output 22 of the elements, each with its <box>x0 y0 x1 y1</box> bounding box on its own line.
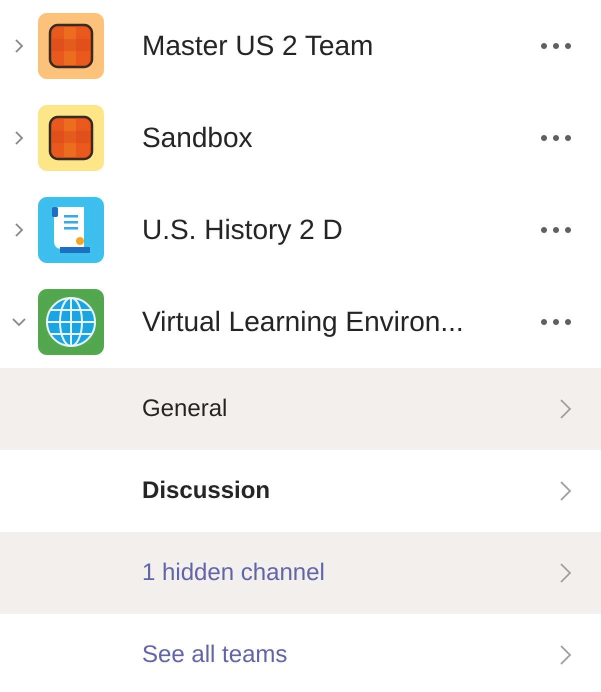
channel-row[interactable]: 1 hidden channel <box>0 532 601 614</box>
chevron-down-icon[interactable] <box>12 318 26 326</box>
chevron-right-icon[interactable] <box>14 131 24 145</box>
channel-name[interactable]: General <box>142 395 560 423</box>
chevron-right-icon[interactable] <box>14 39 24 53</box>
more-options-icon[interactable] <box>541 319 571 325</box>
channel-name[interactable]: Discussion <box>142 477 560 505</box>
link[interactable]: See all teams <box>142 641 560 669</box>
team-name[interactable]: Sandbox <box>142 122 541 154</box>
link[interactable]: 1 hidden channel <box>142 559 560 587</box>
more-options-icon[interactable] <box>541 227 571 233</box>
team-name[interactable]: Master US 2 Team <box>142 30 541 62</box>
chevron-right-icon <box>560 481 571 501</box>
channel-row[interactable]: General <box>0 368 601 450</box>
more-options-icon[interactable] <box>541 135 571 141</box>
chevron-right-icon[interactable] <box>14 223 24 237</box>
chevron-right-icon <box>560 399 571 419</box>
team-name[interactable]: Virtual Learning Environ... <box>142 306 541 338</box>
team-name[interactable]: U.S. History 2 D <box>142 214 541 246</box>
chevron-right-icon <box>560 645 571 665</box>
chevron-right-icon <box>560 563 571 583</box>
more-options-icon[interactable] <box>541 43 571 49</box>
